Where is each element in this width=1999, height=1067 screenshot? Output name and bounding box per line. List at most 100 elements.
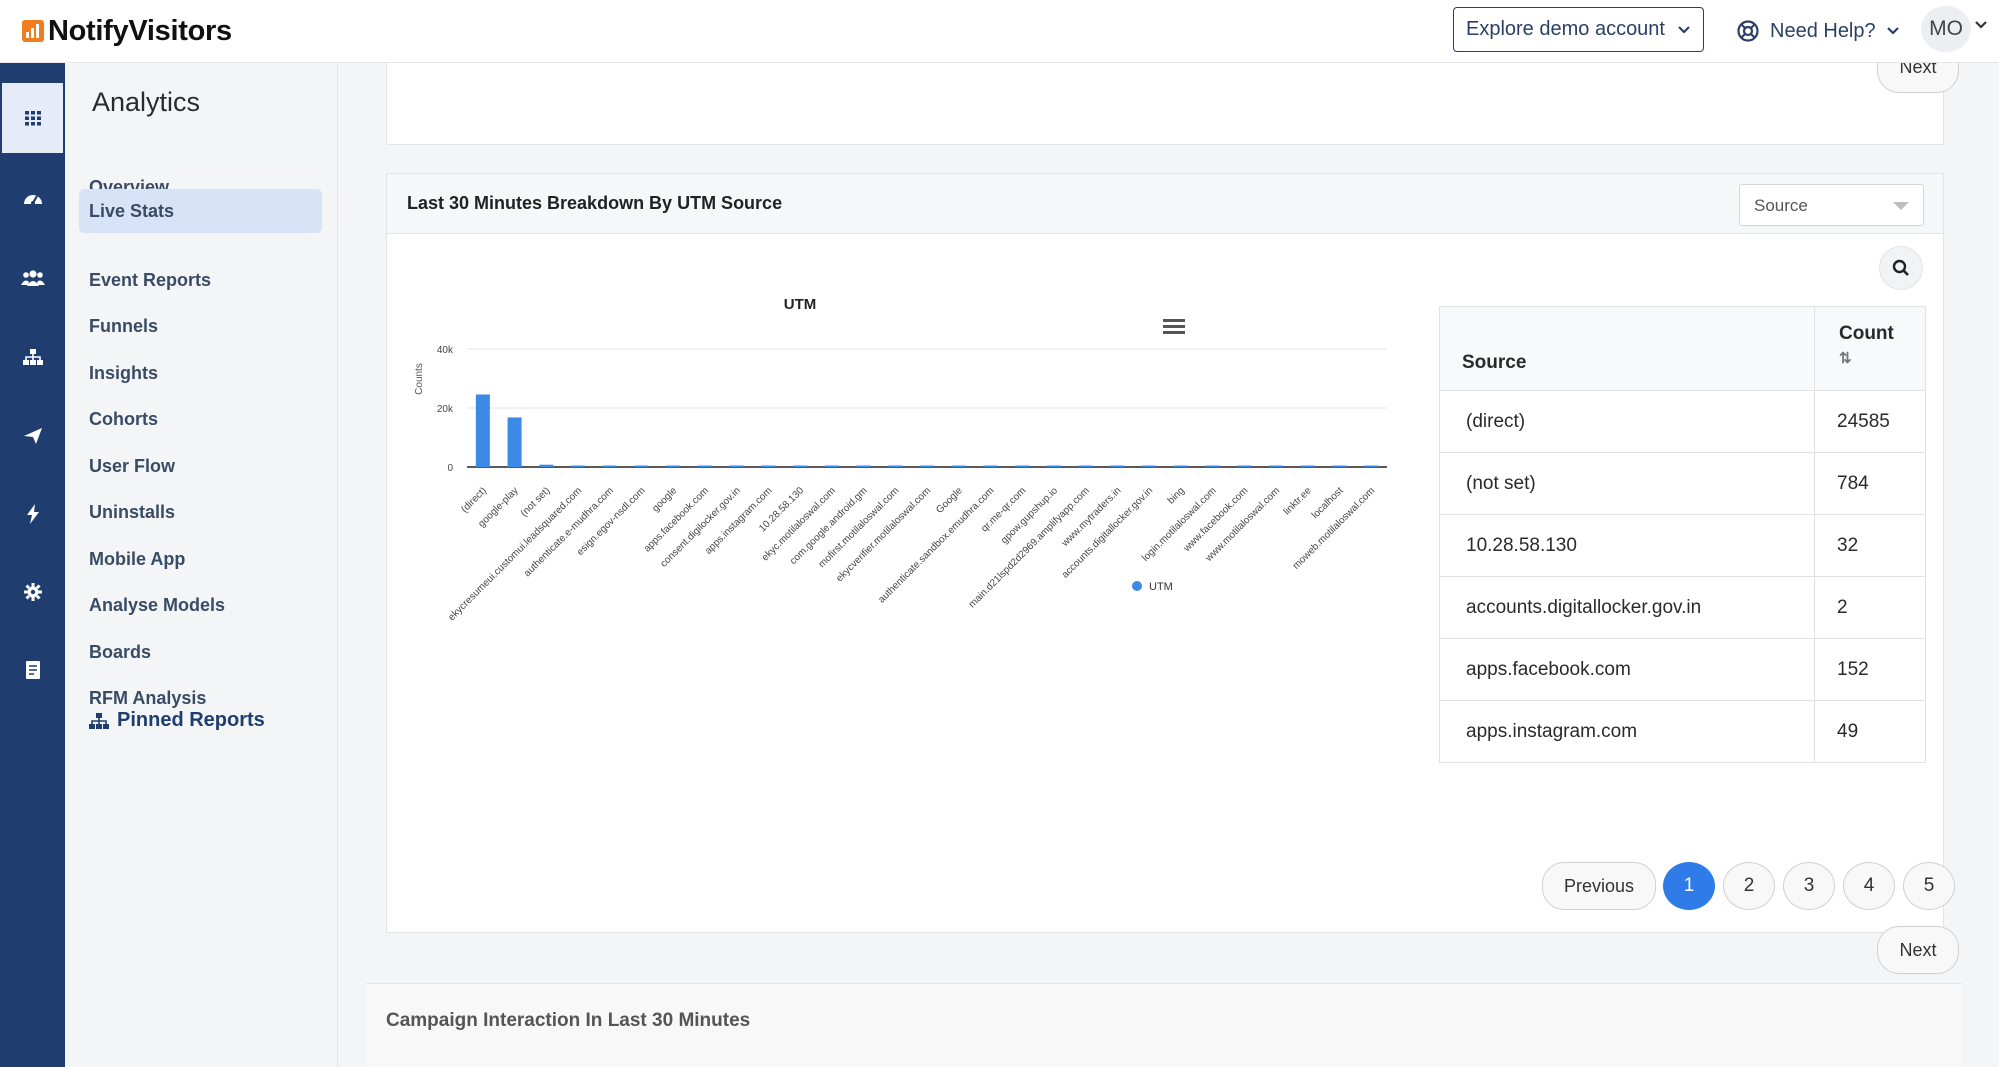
cell-count: 2 [1814,576,1926,639]
bar[interactable] [539,464,554,467]
menu-item-funnels[interactable]: Funnels [79,304,322,348]
menu-item-analyse-models[interactable]: Analyse Models [79,583,322,627]
bar[interactable] [761,465,776,468]
pagination-page-5[interactable]: 5 [1903,862,1955,910]
x-tick-label: bing [1166,485,1187,506]
chart-menu-icon[interactable] [1163,319,1185,334]
bar[interactable] [1237,465,1252,468]
bar[interactable] [1205,465,1220,468]
cell-source: accounts.digitallocker.gov.in [1439,576,1815,639]
chart-legend[interactable]: UTM [1132,581,1173,593]
rail-item-dashboard-grid[interactable] [2,83,63,153]
bar[interactable] [666,465,681,468]
bar[interactable] [1173,465,1188,468]
caret-down-icon [1893,202,1909,210]
cell-count: 152 [1814,638,1926,701]
bar[interactable] [634,465,649,468]
bar[interactable] [1142,465,1157,468]
menu-item-cohorts[interactable]: Cohorts [79,397,322,441]
menu-item-boards[interactable]: Boards [79,630,322,674]
cell-count: 32 [1814,514,1926,577]
legend-label: UTM [1149,581,1173,593]
bar[interactable] [888,465,903,468]
users-icon [20,270,45,286]
rail-item-journeys[interactable] [0,322,65,392]
cell-source: (not set) [1439,452,1815,515]
bar[interactable] [1364,465,1379,468]
bar[interactable] [571,465,586,468]
pagination-page-3[interactable]: 3 [1783,862,1835,910]
lifebuoy-icon [1737,20,1759,42]
breakdown-select-value: Source [1754,196,1808,215]
bar[interactable] [1015,465,1030,468]
cell-count: 49 [1814,700,1926,763]
pagination-previous-button[interactable]: Previous [1542,862,1656,910]
document-icon [25,661,40,679]
chevron-down-icon [1678,25,1690,34]
chevron-down-icon[interactable] [1974,20,1988,30]
menu-title: Analytics [92,87,201,117]
previous-report-card: Next [386,41,1959,145]
menu-item-uninstalls[interactable]: Uninstalls [79,490,322,534]
bar[interactable] [1046,465,1061,468]
pinned-reports-link[interactable]: Pinned Reports [89,709,265,732]
rail-item-reports[interactable] [0,635,65,705]
count-header-label: Count [1839,323,1894,344]
column-header-count[interactable]: Count ⇅ [1814,306,1926,391]
bar[interactable] [602,465,617,468]
x-tick-label: google [650,485,679,514]
x-tick-label: Google [934,485,965,516]
lightning-icon [26,504,39,524]
menu-item-mobile-app[interactable]: Mobile App [79,537,322,581]
explore-demo-account-dropdown[interactable]: Explore demo account [1453,7,1704,52]
rail-item-analytics[interactable] [0,163,65,233]
bar[interactable] [697,465,712,468]
rail-item-users[interactable] [0,243,65,313]
dashboard-icon [23,195,42,205]
brand-name-rest: Visitors [128,14,232,47]
table-search-button[interactable] [1879,246,1923,290]
pagination-page-2[interactable]: 2 [1723,862,1775,910]
legend-marker [1132,581,1142,591]
bar[interactable] [856,465,871,468]
menu-item-live-stats[interactable]: Live Stats [79,189,322,233]
bar[interactable] [507,417,522,467]
bar[interactable] [1332,465,1347,468]
bar[interactable] [1300,465,1315,468]
bar[interactable] [1110,465,1125,468]
pagination-page-4[interactable]: 4 [1843,862,1895,910]
breakdown-select[interactable]: Source [1739,184,1924,226]
sort-icon[interactable]: ⇅ [1839,349,1903,367]
pagination-page-1[interactable]: 1 [1663,862,1715,910]
bar[interactable] [729,465,744,468]
bar[interactable] [475,394,490,467]
explore-demo-account-label: Explore demo account [1465,18,1665,40]
bar[interactable] [793,465,808,468]
table-row: (not set) 784 [1439,452,1926,515]
need-help-menu[interactable]: Need Help? [1736,13,1900,49]
menu-item-insights[interactable]: Insights [79,351,322,395]
column-header-source: Source [1439,306,1815,391]
logo-mark-icon [22,20,44,42]
bar[interactable] [951,465,966,468]
table-row: accounts.digitallocker.gov.in 2 [1439,576,1926,639]
rail-item-settings[interactable] [0,557,65,627]
bar[interactable] [1078,465,1093,468]
pinned-reports-label: Pinned Reports [117,709,265,731]
rail-item-campaigns[interactable] [0,401,65,471]
bar[interactable] [983,465,998,468]
rail-item-automation[interactable] [0,479,65,549]
campaign-interaction-title: Campaign Interaction In Last 30 Minutes [386,1010,751,1031]
card-header: Last 30 Minutes Breakdown By UTM Source … [387,174,1943,234]
bar[interactable] [920,465,934,468]
bar[interactable] [1268,465,1283,468]
pagination-next-button[interactable]: Next [1877,926,1959,974]
menu-item-event-reports[interactable]: Event Reports [79,258,322,302]
brand-logo[interactable]: NotifyVisitors [22,14,232,48]
user-avatar[interactable]: MO [1921,6,1971,52]
top-bar: NotifyVisitors Explore demo account Need… [0,0,1999,63]
bar[interactable] [824,465,839,468]
utm-source-table: Source Count ⇅ (direct) 24585 (not set) 78… [1439,306,1926,763]
menu-item-user-flow[interactable]: User Flow [79,444,322,488]
analytics-menu: Analytics Overview Live Stats Event Repo… [65,63,338,1067]
